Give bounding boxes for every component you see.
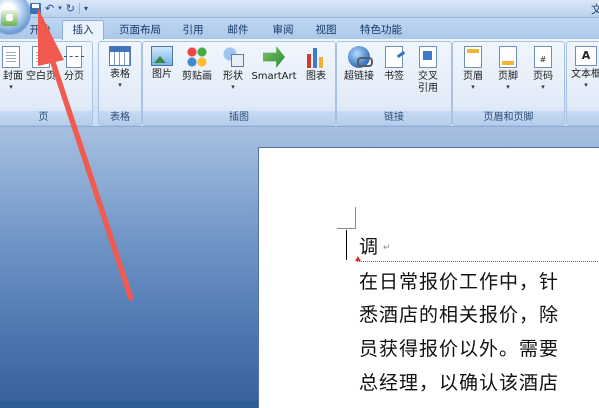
annotation-arrow-shaft [48, 54, 134, 301]
annotation-arrow-head [38, 8, 64, 66]
annotation-arrow [38, 8, 134, 301]
